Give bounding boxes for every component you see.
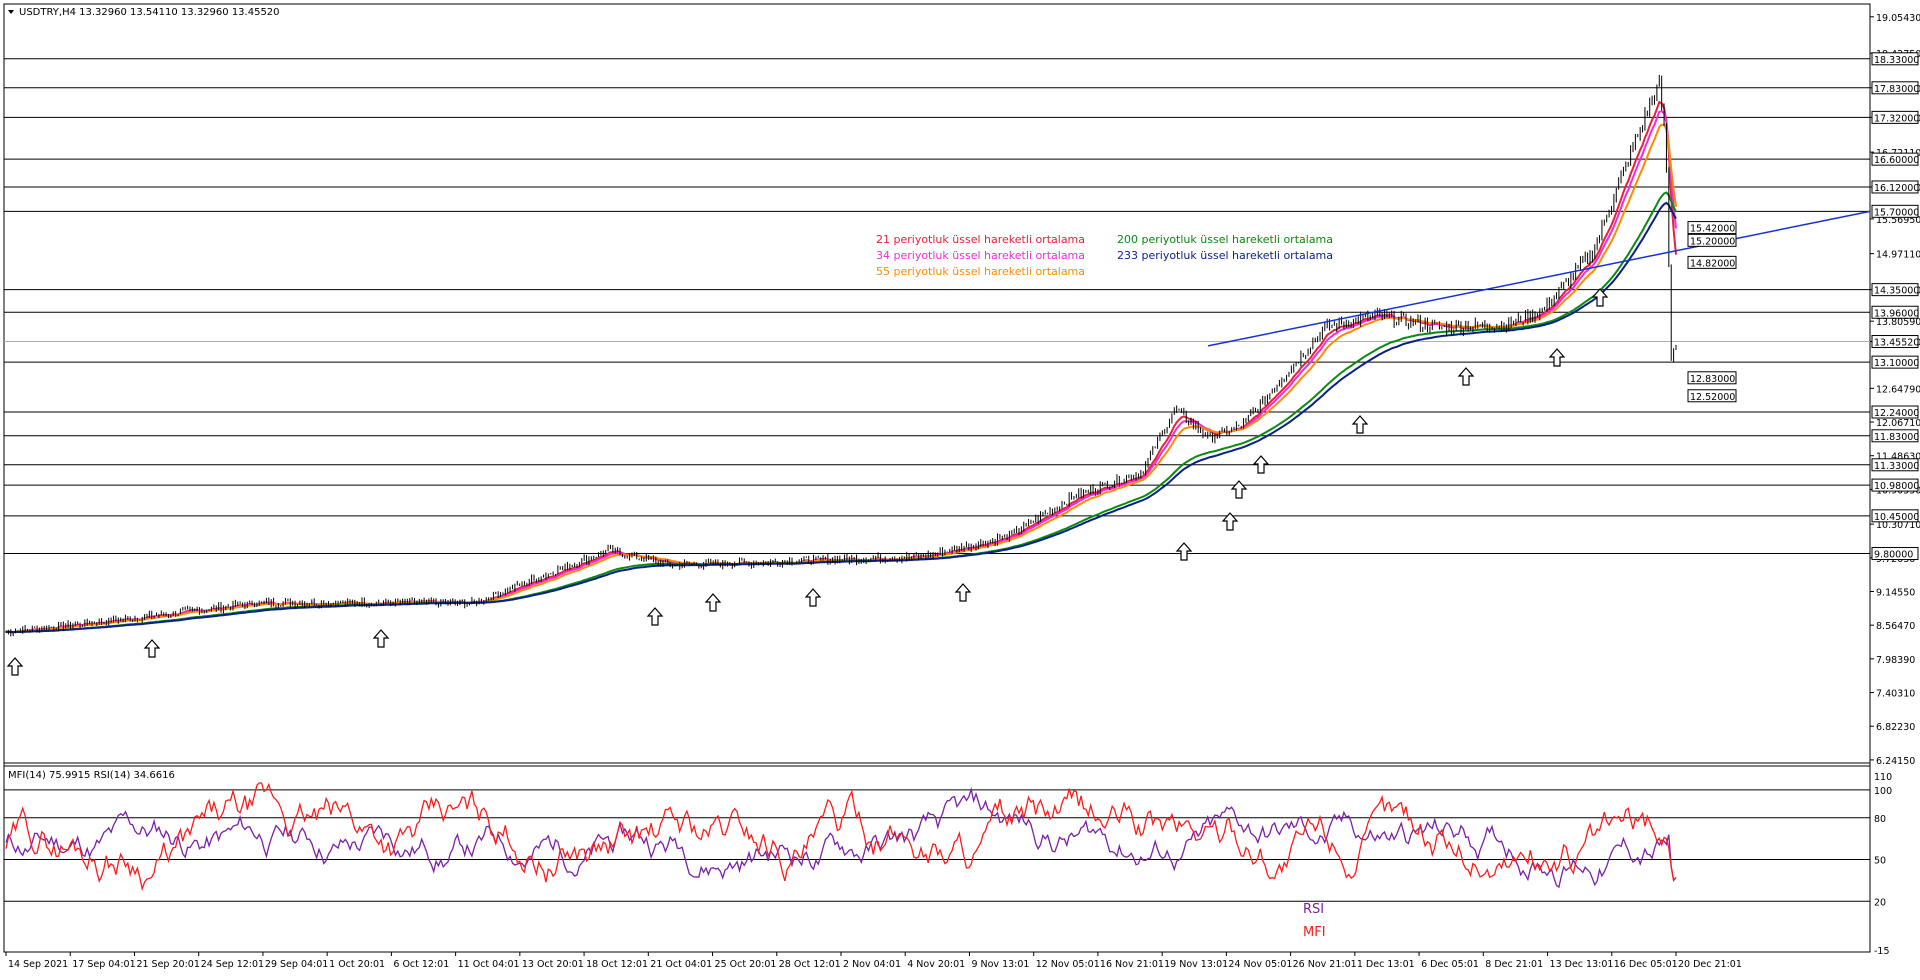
level-label: 13.10000 (1874, 358, 1919, 369)
time-tick-label: 13 Oct 20:01 (522, 959, 584, 970)
price-tick-label: 6.24150 (1876, 756, 1915, 767)
time-tick-label: 25 Oct 20:01 (715, 959, 777, 970)
indicator-axis-label: 80 (1874, 814, 1886, 825)
indicator-title: MFI(14) 75.9915 RSI(14) 34.6616 (8, 770, 175, 781)
time-tick-label: 8 Dec 21:01 (1485, 959, 1543, 970)
time-tick-label: 1 Dec 13:01 (1357, 959, 1415, 970)
time-tick-label: 28 Oct 12:01 (779, 959, 841, 970)
indicator-axis-label: 110 (1874, 772, 1892, 783)
indicator-axis-label: -15 (1874, 946, 1890, 957)
indicator-panel-frame[interactable] (3, 765, 1871, 953)
price-tick-label: 7.98390 (1876, 655, 1915, 666)
legend-ema34: 34 periyotluk üssel hareketli ortalama (876, 249, 1085, 262)
level-label: 17.32000 (1874, 113, 1919, 124)
indicator-axis-label: 50 (1874, 856, 1886, 867)
ma-value-label: 12.52000 (1690, 392, 1735, 403)
time-tick-label: 12 Nov 05:01 (1036, 959, 1100, 970)
level-label: 13.96000 (1874, 308, 1919, 319)
time-tick-label: 26 Nov 21:01 (1293, 959, 1357, 970)
time-tick-label: 6 Oct 12:01 (393, 959, 449, 970)
time-tick-label: 24 Sep 12:01 (201, 959, 264, 970)
level-label: 12.24000 (1874, 408, 1919, 419)
time-tick-label: 21 Oct 04:01 (650, 959, 712, 970)
time-tick-label: 20 Dec 21:01 (1678, 959, 1742, 970)
time-tick-label: 4 Nov 20:01 (907, 959, 965, 970)
time-tick-label: 1 Oct 20:01 (329, 959, 385, 970)
level-label: 14.35000 (1874, 286, 1919, 297)
time-tick-label: 18 Oct 12:01 (586, 959, 648, 970)
indicator-axis-label: 20 (1874, 897, 1886, 908)
time-tick-label: 16 Nov 21:01 (1100, 959, 1164, 970)
time-tick-label: 17 Sep 04:01 (72, 959, 135, 970)
level-label: 10.45000 (1874, 512, 1919, 523)
time-tick-label: 19 Nov 13:01 (1164, 959, 1228, 970)
time-tick-label: 14 Sep 2021 (8, 959, 68, 970)
main-chart-frame[interactable] (3, 3, 1871, 767)
time-tick-label: 2 Nov 04:01 (843, 959, 901, 970)
price-tick-label: 9.14550 (1876, 587, 1915, 598)
legend-ema200: 200 periyotluk üssel hareketli ortalama (1117, 233, 1333, 246)
time-axis: 14 Sep 2021 17 Sep 04:01 21 Sep 20:01 24 Se… (5, 952, 1742, 970)
price-tick-label: 12.64790 (1876, 384, 1920, 395)
price-tick-label: 14.97110 (1876, 250, 1920, 261)
level-label: 10.98000 (1874, 481, 1919, 492)
ma-value-label: 14.82000 (1690, 258, 1735, 269)
time-tick-label: 11 Oct 04:01 (458, 959, 520, 970)
time-tick-label: 29 Sep 04:01 (265, 959, 328, 970)
level-label: 15.70000 (1874, 207, 1919, 218)
indicator-axis-label: 100 (1874, 786, 1892, 797)
level-label: 18.33000 (1874, 55, 1919, 66)
price-axis: 19.0543018.4275017.8300017.3200016.72110… (1870, 13, 1920, 767)
time-tick-label: 13 Dec 13:01 (1550, 959, 1614, 970)
level-label: 16.60000 (1874, 155, 1919, 166)
price-tick-label: 6.82230 (1876, 722, 1915, 733)
level-label: 17.83000 (1874, 84, 1919, 95)
time-tick-label: 9 Nov 13:01 (971, 959, 1029, 970)
time-tick-label: 24 Nov 05:01 (1228, 959, 1292, 970)
rsi-label: RSI (1303, 902, 1324, 917)
price-tick-label: 12.06710 (1876, 418, 1920, 429)
level-label: 9.80000 (1874, 550, 1913, 561)
ma-value-label: 15.20000 (1690, 236, 1735, 247)
ma-value-label: 15.42000 (1690, 224, 1735, 235)
level-label: 16.12000 (1874, 183, 1919, 194)
trading-chart-window[interactable]: 19.0543018.4275017.8300017.3200016.72110… (0, 0, 1920, 976)
time-tick-label: 6 Dec 05:01 (1421, 959, 1479, 970)
level-label: 13.45520 (1874, 338, 1919, 349)
legend-ema55: 55 periyotluk üssel hareketli ortalama (876, 265, 1085, 278)
symbol-info: USDTRY,H4 13.32960 13.54110 13.32960 13.… (19, 7, 280, 18)
time-tick-label: 21 Sep 20:01 (136, 959, 199, 970)
price-tick-label: 7.40310 (1876, 689, 1915, 700)
legend-ema233: 233 periyotluk üssel hareketli ortalama (1117, 249, 1333, 262)
mfi-label: MFI (1303, 925, 1326, 940)
price-tick-label: 19.05430 (1876, 13, 1920, 24)
price-tick-label: 8.56470 (1876, 621, 1915, 632)
legend-ema21: 21 periyotluk üssel hareketli ortalama (876, 233, 1085, 246)
ma-value-label: 12.83000 (1690, 374, 1735, 385)
level-label: 11.33000 (1874, 461, 1919, 472)
time-tick-label: 16 Dec 05:01 (1614, 959, 1678, 970)
level-label: 11.83000 (1874, 432, 1919, 443)
